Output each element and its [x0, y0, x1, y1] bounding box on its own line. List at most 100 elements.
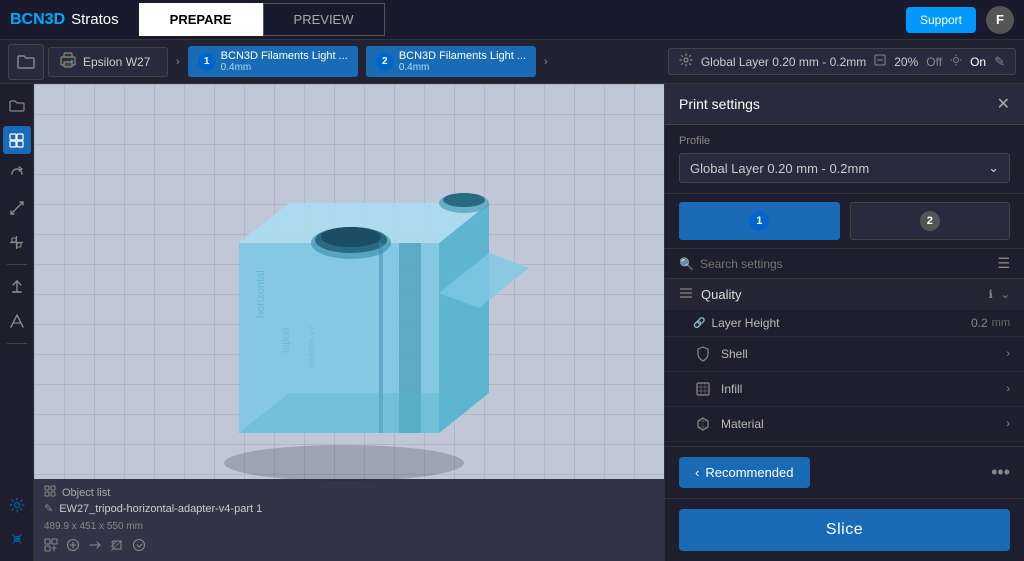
settings-list: Quality ℹ ⌄ 🔗 Layer Height 0.2 mm Shell … [665, 279, 1024, 446]
sidebar-item-info[interactable] [3, 525, 31, 553]
object-name-row: ✎ EW27_tripod-horizontal-adapter-v4-part… [44, 502, 654, 515]
quality-info-icon[interactable]: ℹ [989, 288, 993, 301]
search-icon: 🔍 [679, 257, 694, 271]
filament-tab-2[interactable]: 2 BCN3D Filaments Light ... 0.4mm [366, 46, 536, 77]
shell-label: Shell [721, 347, 1006, 361]
tool-icon-4[interactable] [110, 538, 124, 555]
tab-prepare[interactable]: PREPARE [139, 3, 263, 36]
speed-row[interactable]: Speed › [665, 442, 1024, 446]
second-bar: Epsilon W27 › 1 BCN3D Filaments Light ..… [0, 40, 1024, 84]
settings-icon [679, 53, 693, 70]
extruder-2-button[interactable]: 2 [850, 202, 1011, 240]
menu-icon[interactable]: ☰ [997, 255, 1010, 272]
layer-height-unit: mm [992, 317, 1010, 329]
material-label: Material [721, 417, 1006, 431]
print-settings-panel: Print settings ✕ Profile Global Layer 0.… [664, 84, 1024, 561]
svg-text:tripod: tripod [281, 327, 292, 352]
bottom-tools [44, 538, 654, 555]
printer-chevron[interactable]: › [172, 56, 184, 68]
sidebar-item-settings[interactable] [3, 491, 31, 519]
object-list-label: Object list [62, 487, 110, 499]
quality-chevron-icon[interactable]: ⌄ [1001, 288, 1010, 301]
sun-icon [950, 54, 962, 69]
filament-1-name: BCN3D Filaments Light ... [221, 50, 348, 62]
support-button[interactable]: Support [906, 7, 976, 33]
slice-button[interactable]: Slice [679, 509, 1010, 551]
sidebar-item-open[interactable] [3, 92, 31, 120]
extruder-buttons: 1 2 [665, 194, 1024, 249]
svg-text:horizontal: horizontal [255, 270, 267, 318]
chevron-left-icon: ‹ [695, 465, 699, 480]
dimensions-row: 489.9 x 451 x 550 mm [44, 517, 654, 532]
material-icon [693, 414, 713, 434]
print-settings-header: Print settings ✕ [665, 84, 1024, 125]
infill-chevron-icon[interactable]: › [1006, 383, 1010, 395]
sidebar-item-seam[interactable] [3, 307, 31, 335]
tab-preview[interactable]: PREVIEW [263, 3, 385, 36]
logo-bcn: BCN3D [10, 11, 65, 29]
infill-icon [693, 379, 713, 399]
filament-1-size: 0.4mm [221, 62, 348, 73]
bottom-info-bar: Object list ✎ EW27_tripod-horizontal-ada… [34, 479, 664, 561]
filament-tab-1[interactable]: 1 BCN3D Filaments Light ... 0.4mm [188, 46, 358, 77]
close-button[interactable]: ✕ [997, 94, 1010, 114]
printer-icon [59, 52, 77, 72]
profile-dropdown[interactable]: Global Layer 0.20 mm - 0.2mm ⌄ [679, 153, 1010, 183]
sidebar-item-support[interactable] [3, 273, 31, 301]
nav-tabs: PREPARE PREVIEW [139, 3, 385, 36]
tool-icon-1[interactable] [44, 538, 58, 555]
profile-section: Profile Global Layer 0.20 mm - 0.2mm ⌄ [665, 125, 1024, 194]
viewport[interactable]: horizontal tripod adapter v2 Object list… [34, 84, 664, 561]
infill-row[interactable]: Infill › [665, 372, 1024, 407]
quality-label: Quality [701, 287, 981, 302]
off-label: Off [926, 55, 942, 69]
main-area: horizontal tripod adapter v2 Object list… [0, 84, 1024, 561]
sidebar-item-scale[interactable] [3, 194, 31, 222]
material-row[interactable]: Material › [665, 407, 1024, 442]
layer-height-label: Layer Height [711, 316, 971, 330]
infill-label: Infill [721, 382, 1006, 396]
sidebar-item-objects[interactable] [3, 126, 31, 154]
printer-tab[interactable]: Epsilon W27 [48, 47, 168, 77]
filament-2-icon: 2 [376, 53, 394, 71]
left-sidebar [0, 84, 34, 561]
search-bar: 🔍 ☰ [665, 249, 1024, 279]
profile-value: Global Layer 0.20 mm - 0.2mm [690, 161, 869, 176]
dimensions-value: 489.9 x 451 x 550 mm [44, 521, 143, 532]
shell-row[interactable]: Shell › [665, 337, 1024, 372]
tool-icon-2[interactable] [66, 538, 80, 555]
edit-icon[interactable]: ✎ [994, 54, 1005, 70]
quality-icon [679, 287, 693, 302]
layer-height-value: 0.2 [971, 316, 988, 330]
tool-icon-5[interactable] [132, 538, 146, 555]
folder-button[interactable] [8, 44, 44, 80]
tool-icon-3[interactable] [88, 538, 102, 555]
global-settings[interactable]: Global Layer 0.20 mm - 0.2mm 20% Off On … [668, 48, 1016, 75]
search-input[interactable] [700, 257, 991, 271]
shell-icon [693, 344, 713, 364]
dots-menu-button[interactable]: ••• [991, 462, 1010, 483]
filament-1-icon: 1 [198, 53, 216, 71]
filament-2-size: 0.4mm [399, 62, 526, 73]
profile-label: Profile [679, 135, 1010, 147]
link-icon: 🔗 [693, 318, 705, 329]
sidebar-divider-2 [7, 343, 27, 344]
user-avatar[interactable]: F [986, 6, 1014, 34]
print-settings-title: Print settings [679, 96, 760, 112]
material-chevron-icon[interactable]: › [1006, 418, 1010, 430]
recommended-button[interactable]: ‹ Recommended [679, 457, 810, 488]
recommended-label: Recommended [705, 465, 793, 480]
extruder-1-button[interactable]: 1 [679, 202, 840, 240]
sidebar-item-rotate[interactable] [3, 160, 31, 188]
top-bar: BCN3D Stratos PREPARE PREVIEW Support F [0, 0, 1024, 40]
extruder-1-number: 1 [749, 211, 769, 231]
quality-section-header[interactable]: Quality ℹ ⌄ [665, 279, 1024, 310]
extruder-2-number: 2 [920, 211, 940, 231]
logo-stratos: Stratos [71, 11, 119, 28]
layer-height-row[interactable]: 🔗 Layer Height 0.2 mm [665, 310, 1024, 337]
shell-chevron-icon[interactable]: › [1006, 348, 1010, 360]
filament-chevron[interactable]: › [540, 56, 552, 68]
app-logo: BCN3D Stratos [10, 11, 119, 29]
pen-icon: ✎ [44, 502, 53, 515]
sidebar-item-arrange[interactable] [3, 228, 31, 256]
